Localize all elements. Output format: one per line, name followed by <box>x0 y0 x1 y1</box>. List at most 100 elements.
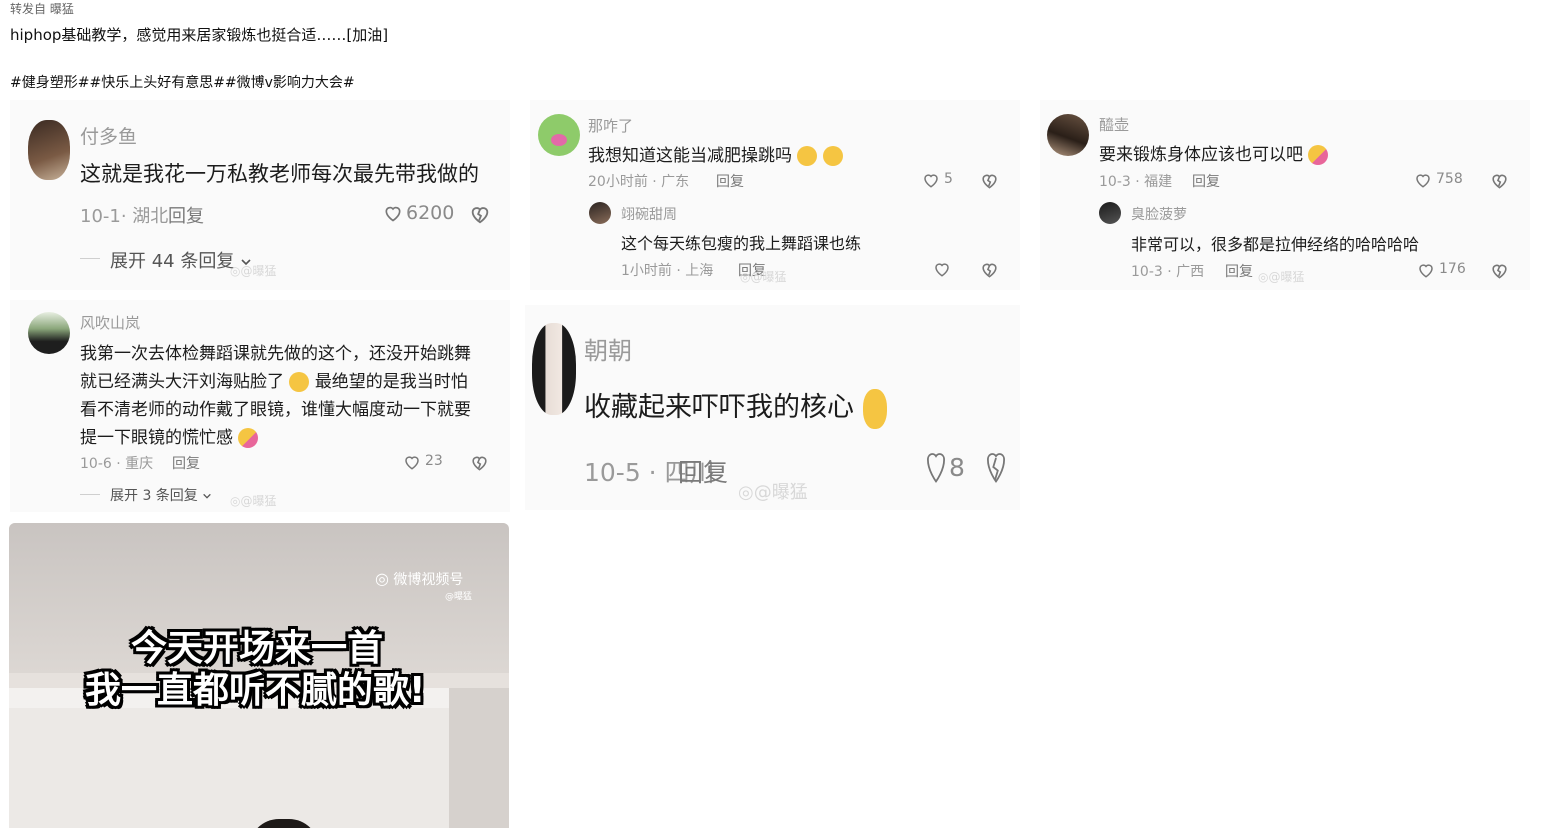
broken-heart-icon[interactable] <box>980 260 999 279</box>
comment-line: 就已经满头大汗刘海贴脸了 最绝望的是我当时怕 <box>80 367 468 392</box>
watermark: ◎@曝猛 <box>230 492 277 509</box>
wall-edge <box>449 688 509 828</box>
video-caption-line-2: 我一直都听不腻的歌! <box>85 670 426 711</box>
expand-replies[interactable]: 展开 3 条回复 <box>110 485 212 505</box>
avatar[interactable] <box>532 323 576 415</box>
avatar[interactable] <box>538 114 580 156</box>
comment-author[interactable]: 那咋了 <box>588 115 633 136</box>
heart-icon[interactable] <box>1417 261 1435 279</box>
like-count: 176 <box>1439 261 1466 277</box>
weibo-logo-icon: ◎ <box>230 264 241 278</box>
comment-line-text: 就已经满头大汗刘海贴脸了 <box>80 372 284 392</box>
weibo-logo-icon: ◎ <box>230 494 241 508</box>
video-logo-text: 微博视频号 <box>393 572 464 588</box>
like-count: 6200 <box>406 202 455 224</box>
weibo-logo-icon: ◎ <box>1258 270 1269 284</box>
avatar-pig-icon <box>551 134 567 146</box>
hug-emoji-icon <box>1308 145 1329 165</box>
comment-line-text: 提一下眼镜的慌忙感 <box>80 428 233 448</box>
avatar[interactable] <box>1047 114 1089 156</box>
reply-text: 非常可以，很多都是拉伸经络的哈哈哈哈 <box>1131 235 1420 254</box>
repost-source[interactable]: 转发自 曝猛 <box>10 0 74 17</box>
heart-icon[interactable] <box>1414 171 1432 189</box>
weibo-logo-icon: ◎ <box>740 270 751 284</box>
like-count: 5 <box>944 171 953 187</box>
comment-text-content: 我想知道这能当减肥操跳吗 <box>588 146 792 166</box>
reply-button[interactable]: 回复 <box>678 453 728 489</box>
comment-text-content: 要来锻炼身体应该也可以吧 <box>1099 145 1303 165</box>
watermark: ◎@曝猛 <box>1258 268 1305 285</box>
comment-author[interactable]: 朝朝 <box>584 331 632 366</box>
watermark-text: @曝猛 <box>240 494 277 508</box>
watermark-text: @曝猛 <box>1268 270 1305 284</box>
avatar[interactable] <box>1099 202 1121 224</box>
comment-meta: 10-3 · 福建 <box>1099 174 1173 190</box>
hug-emoji-icon <box>238 428 259 448</box>
avatar[interactable] <box>28 120 70 180</box>
wall-panel <box>9 708 449 828</box>
comment-author[interactable]: 付多鱼 <box>80 122 137 149</box>
broken-heart-icon[interactable] <box>980 171 999 190</box>
watermark-text: @曝猛 <box>750 270 787 284</box>
broken-heart-icon[interactable] <box>470 453 489 472</box>
watermark: ◎@曝猛 <box>738 478 808 504</box>
comment-author[interactable]: 醯壶 <box>1099 114 1129 135</box>
reply-button[interactable]: 回复 <box>716 171 744 191</box>
reply-author[interactable]: 翊碗甜周 <box>621 204 677 224</box>
comment-card: 那咋了 我想知道这能当减肥操跳吗 20小时前 · 广东 回复 5 翊碗甜周 这个… <box>530 100 1020 290</box>
watermark: ◎@曝猛 <box>740 268 787 285</box>
comment-meta: 10-1· 湖北 <box>80 206 169 227</box>
broken-heart-icon[interactable] <box>1490 171 1509 190</box>
weibo-logo-icon: ◎ <box>738 482 754 503</box>
video-logo: ◎ 微博视频号 <box>375 569 463 589</box>
comment-line-text: 最绝望的是我当时怕 <box>314 372 468 392</box>
comment-text: 收藏起来吓吓我的核心 <box>584 385 887 429</box>
video-logo-sub: @曝猛 <box>445 592 473 602</box>
heart-icon[interactable] <box>383 203 403 223</box>
expand-label: 展开 3 条回复 <box>110 488 198 504</box>
comment-text: 这就是我花一万私教老师每次最先带我做的 <box>80 162 479 186</box>
like-count: 8 <box>949 453 965 482</box>
reply-meta: 1小时前 · 上海 <box>621 263 714 279</box>
avatar[interactable] <box>589 202 611 224</box>
reply-meta: 10-3 · 广西 <box>1131 264 1205 280</box>
comment-card: 朝朝 收藏起来吓吓我的核心 10-5 · 四川 回复 8 ◎@曝猛 <box>525 305 1020 510</box>
heart-icon[interactable] <box>403 453 421 471</box>
grin-emoji-icon <box>797 146 818 166</box>
reply-text: 这个每天练包瘦的我上舞蹈课也练 <box>621 234 862 253</box>
comment-card: 付多鱼 这就是我花一万私教老师每次最先带我做的 10-1· 湖北 回复 6200… <box>10 100 510 290</box>
comment-line: 提一下眼镜的慌忙感 <box>80 423 259 448</box>
like-count: 23 <box>425 453 443 469</box>
reply-button[interactable]: 回复 <box>168 202 204 228</box>
divider <box>80 258 100 259</box>
comment-line: 我第一次去体检舞蹈课就先做的这个，还没开始跳舞 <box>80 344 471 364</box>
reply-button[interactable]: 回复 <box>1225 261 1253 281</box>
comment-text: 要来锻炼身体应该也可以吧 <box>1099 140 1329 165</box>
comment-text-content: 收藏起来吓吓我的核心 <box>584 392 854 423</box>
watermark: ◎@曝猛 <box>230 262 277 279</box>
comment-meta: 20小时前 · 广东 <box>588 174 690 190</box>
post-text: hiphop基础教学，感觉用来居家锻炼也挺合适……[加油] <box>10 26 389 44</box>
smile-emoji-icon <box>862 388 887 429</box>
heart-icon[interactable] <box>922 171 940 189</box>
comment-line: 看不清老师的动作戴了眼镜，谁懂大幅度动一下就要 <box>80 400 471 420</box>
heart-icon[interactable] <box>933 260 951 278</box>
reply-button[interactable]: 回复 <box>1192 171 1220 191</box>
comment-card: 风吹山岚 我第一次去体检舞蹈课就先做的这个，还没开始跳舞 就已经满头大汗刘海贴脸… <box>10 300 510 512</box>
video-player[interactable]: ◎ 微博视频号 @曝猛 今天开场来一首 我一直都听不腻的歌! <box>9 523 509 828</box>
watermark-text: @曝猛 <box>240 264 277 278</box>
expand-label: 展开 44 条回复 <box>110 251 235 272</box>
comment-author[interactable]: 风吹山岚 <box>80 312 140 333</box>
avatar[interactable] <box>28 312 70 354</box>
divider <box>80 494 100 495</box>
weibo-logo-icon: ◎ <box>375 569 389 588</box>
like-count: 758 <box>1436 171 1463 187</box>
reply-button[interactable]: 回复 <box>172 453 200 473</box>
chevron-down-icon <box>203 493 212 499</box>
post-hashtags[interactable]: #健身塑形##快乐上头好有意思##微博v影响力大会# <box>10 72 355 92</box>
broken-heart-icon[interactable] <box>1490 261 1509 280</box>
broken-heart-icon[interactable] <box>985 449 1007 485</box>
reply-author[interactable]: 臭脸菠萝 <box>1131 204 1187 224</box>
heart-icon[interactable] <box>925 449 947 485</box>
broken-heart-icon[interactable] <box>469 203 491 225</box>
